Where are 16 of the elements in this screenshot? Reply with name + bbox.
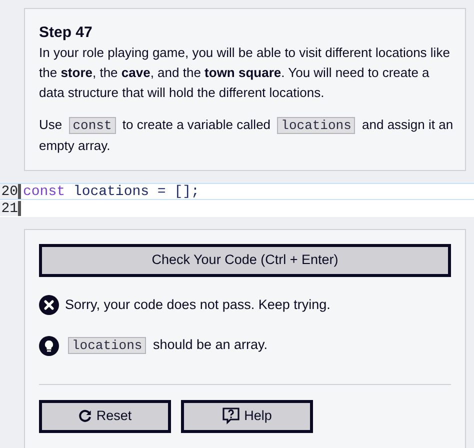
result-message: Sorry, your code does not pass. Keep trying. bbox=[65, 296, 330, 314]
instruction-text: In your role playing game, you will be able to visit different locations like the store, the cave, and the town square. You will need to create a data structure that will hold the different locations. bbox=[39, 44, 451, 102]
code-text: const locations = []; bbox=[23, 184, 200, 199]
line-number: 20 bbox=[0, 184, 18, 199]
check-code-button[interactable]: Check Your Code (Ctrl + Enter) bbox=[39, 244, 451, 277]
instruction-text: Use const to create a variable called locations and assign it an empty array. bbox=[39, 116, 454, 155]
lightbulb-icon bbox=[39, 336, 59, 356]
reset-button[interactable]: Reset bbox=[39, 400, 171, 433]
line-number: 21 bbox=[0, 201, 18, 216]
result-message: locations should be an array. bbox=[65, 335, 268, 356]
help-button[interactable]: Help bbox=[181, 400, 313, 433]
help-icon bbox=[222, 407, 240, 426]
reset-icon bbox=[78, 409, 92, 424]
error-icon bbox=[39, 295, 59, 316]
step-title: Step 47 bbox=[39, 23, 94, 43]
code-editor[interactable]: 20 const locations = []; 21 bbox=[0, 183, 474, 217]
